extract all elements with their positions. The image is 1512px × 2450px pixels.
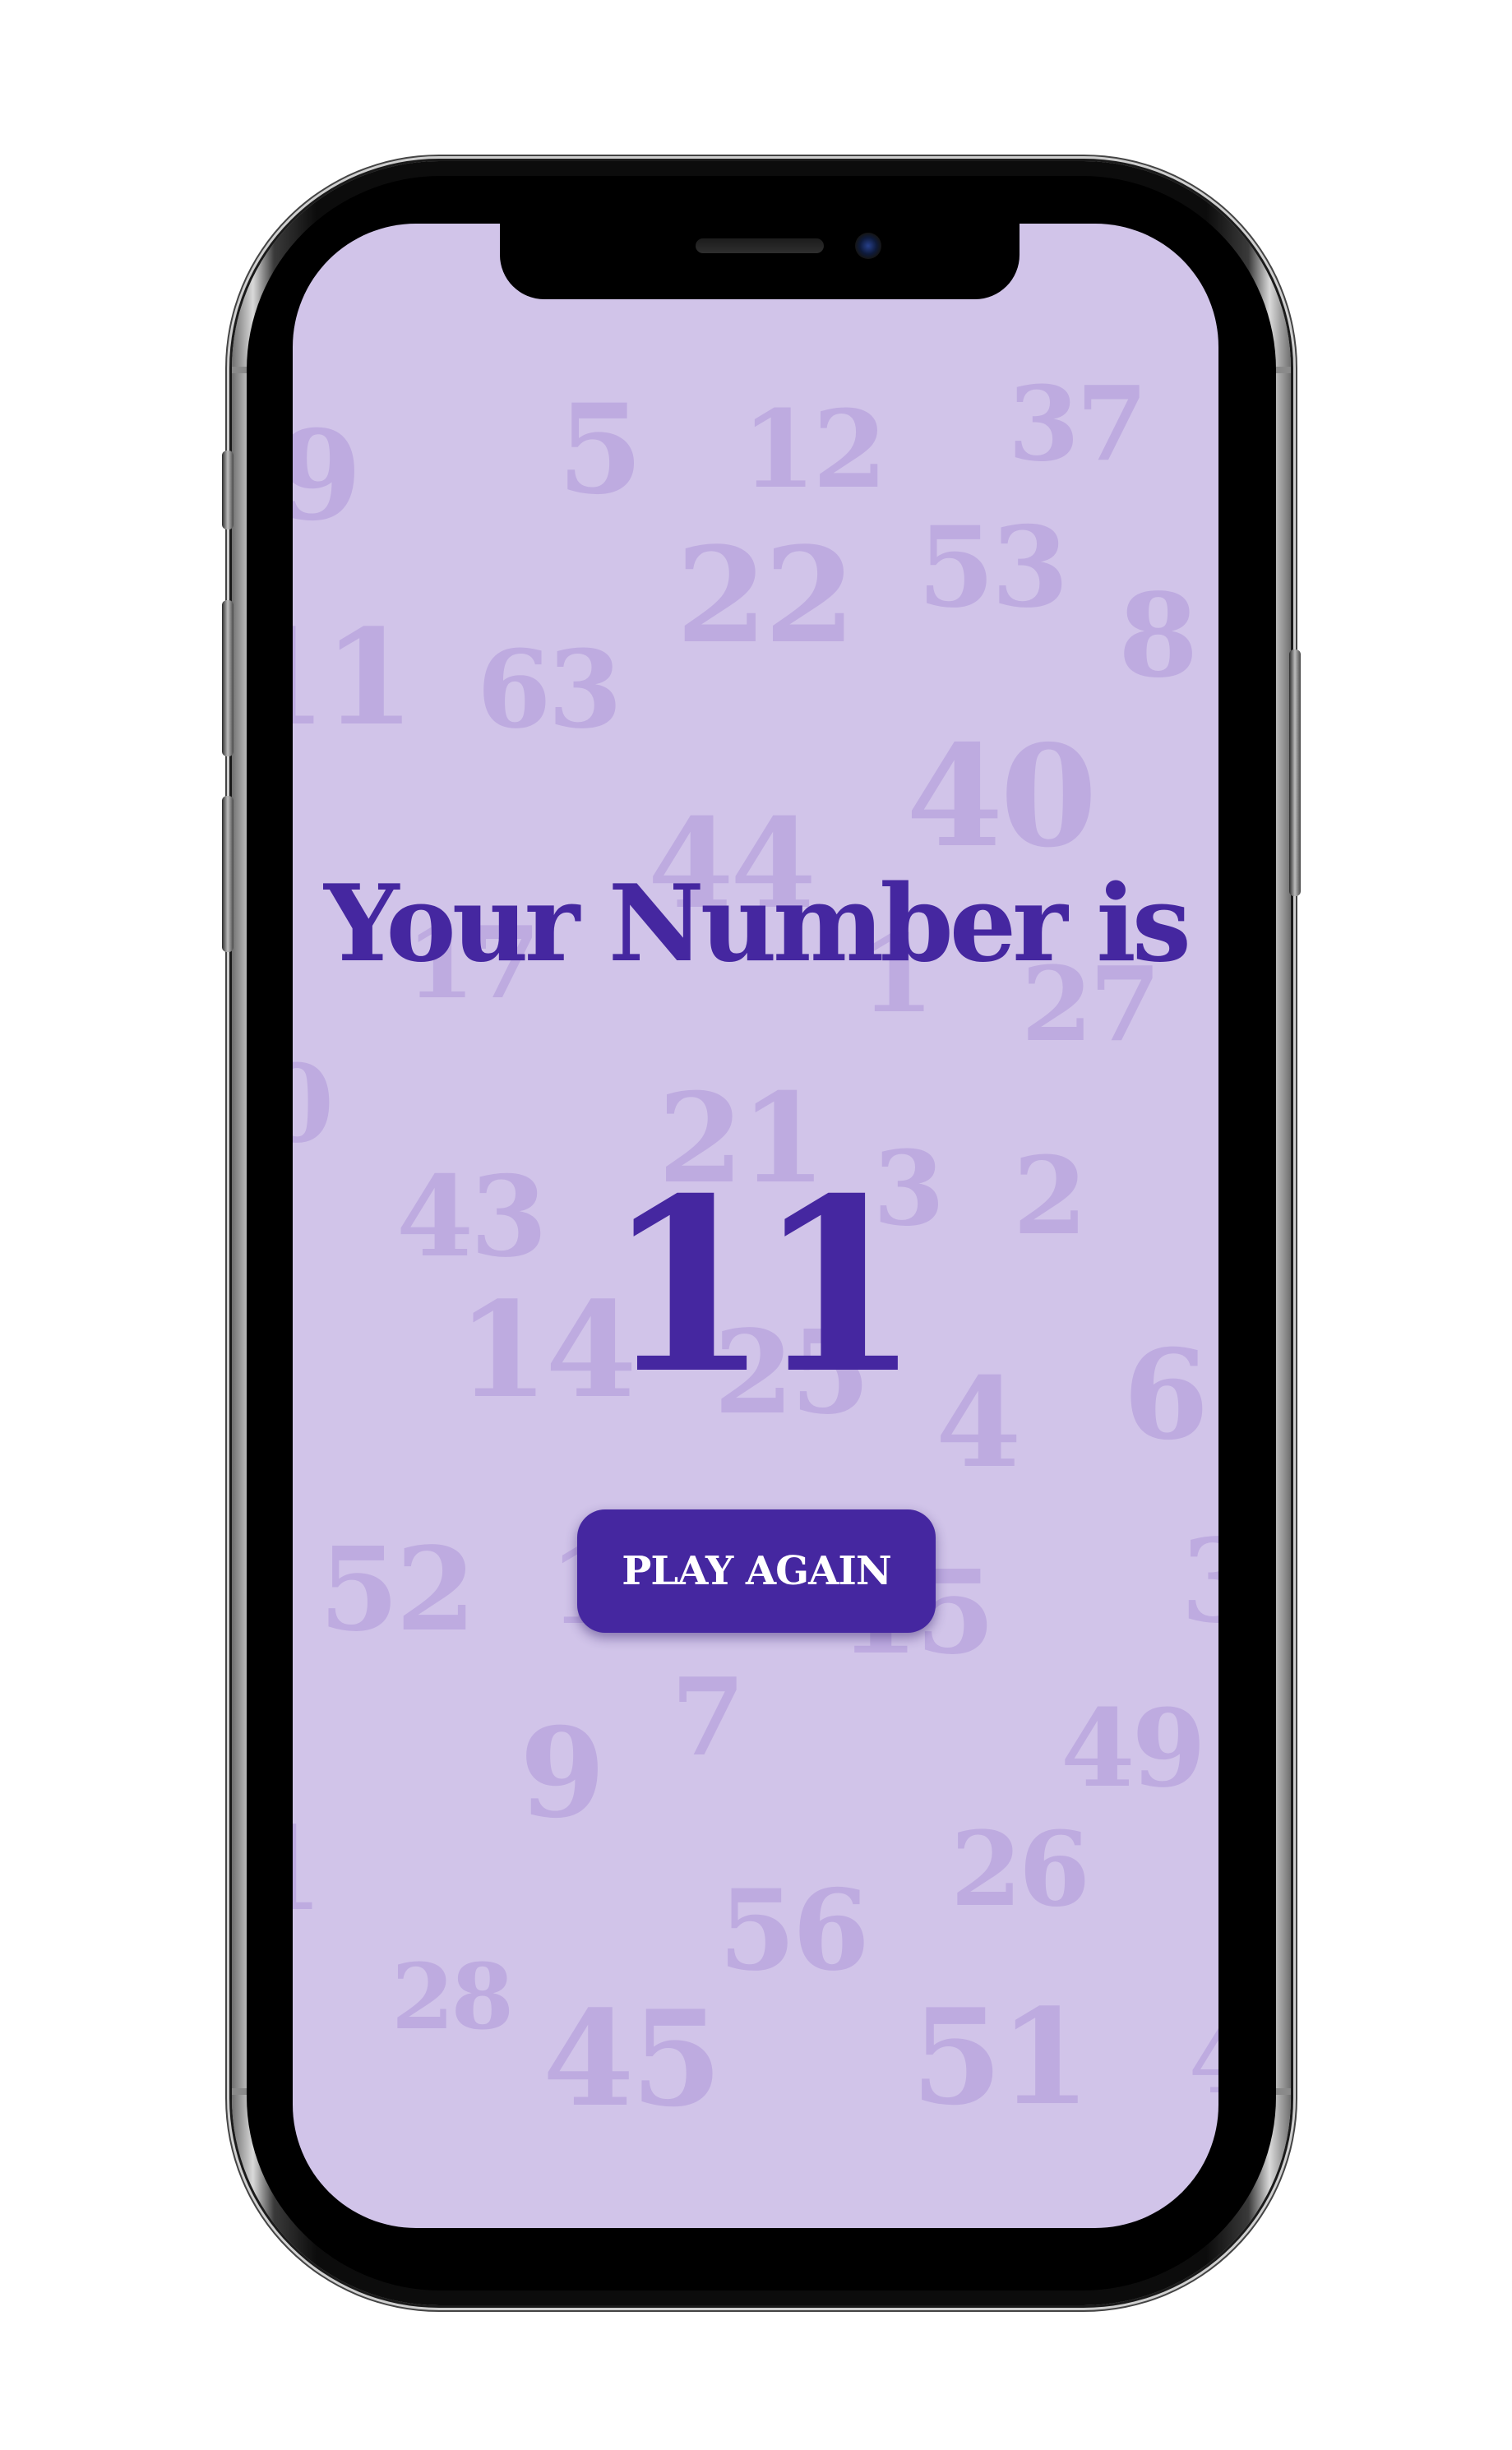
- background-number: 0: [293, 1041, 334, 1167]
- background-number: 56: [719, 1865, 870, 1995]
- antenna-line: [232, 367, 247, 373]
- background-number: 52: [319, 1523, 476, 1657]
- background-number: 9: [293, 404, 362, 548]
- antenna-line: [232, 2088, 247, 2095]
- background-number: 37: [1008, 364, 1148, 484]
- background-number: 5: [557, 377, 643, 522]
- earpiece-speaker: [696, 238, 824, 253]
- background-number: 9: [520, 1701, 605, 1846]
- background-number: 8: [1118, 569, 1198, 704]
- front-camera: [855, 233, 881, 259]
- background-number: 28: [391, 1944, 514, 2050]
- result-number: 11: [604, 1147, 922, 1426]
- background-number: 53: [918, 502, 1069, 632]
- background-number: 51: [911, 1980, 1091, 2134]
- background-number: 11: [293, 600, 415, 755]
- play-again-button[interactable]: PLAY AGAIN: [577, 1509, 936, 1633]
- background-number: 45: [543, 1981, 723, 2136]
- background-number: 7: [671, 1654, 745, 1780]
- mute-switch: [222, 451, 234, 529]
- background-number: 1: [293, 1812, 323, 1927]
- notch: [500, 215, 1020, 299]
- result-title: Your Number is: [324, 862, 1191, 986]
- power-button: [1289, 649, 1301, 896]
- background-number: 26: [950, 1810, 1090, 1930]
- background-number: 63: [477, 626, 622, 752]
- background-number: 22: [676, 518, 856, 673]
- antenna-line: [1276, 367, 1291, 373]
- volume-up-button: [222, 600, 234, 756]
- background-number: 3: [1181, 1524, 1218, 1639]
- device-frame: 9512375322811634044171270213243142594652…: [0, 0, 1512, 2450]
- background-number: 49: [1061, 1685, 1206, 1811]
- antenna-line: [1276, 2088, 1291, 2095]
- background-number: 12: [742, 386, 887, 512]
- volume-down-button: [222, 796, 234, 952]
- background-number: 4: [1189, 2016, 1218, 2106]
- background-number: 40: [906, 714, 1098, 879]
